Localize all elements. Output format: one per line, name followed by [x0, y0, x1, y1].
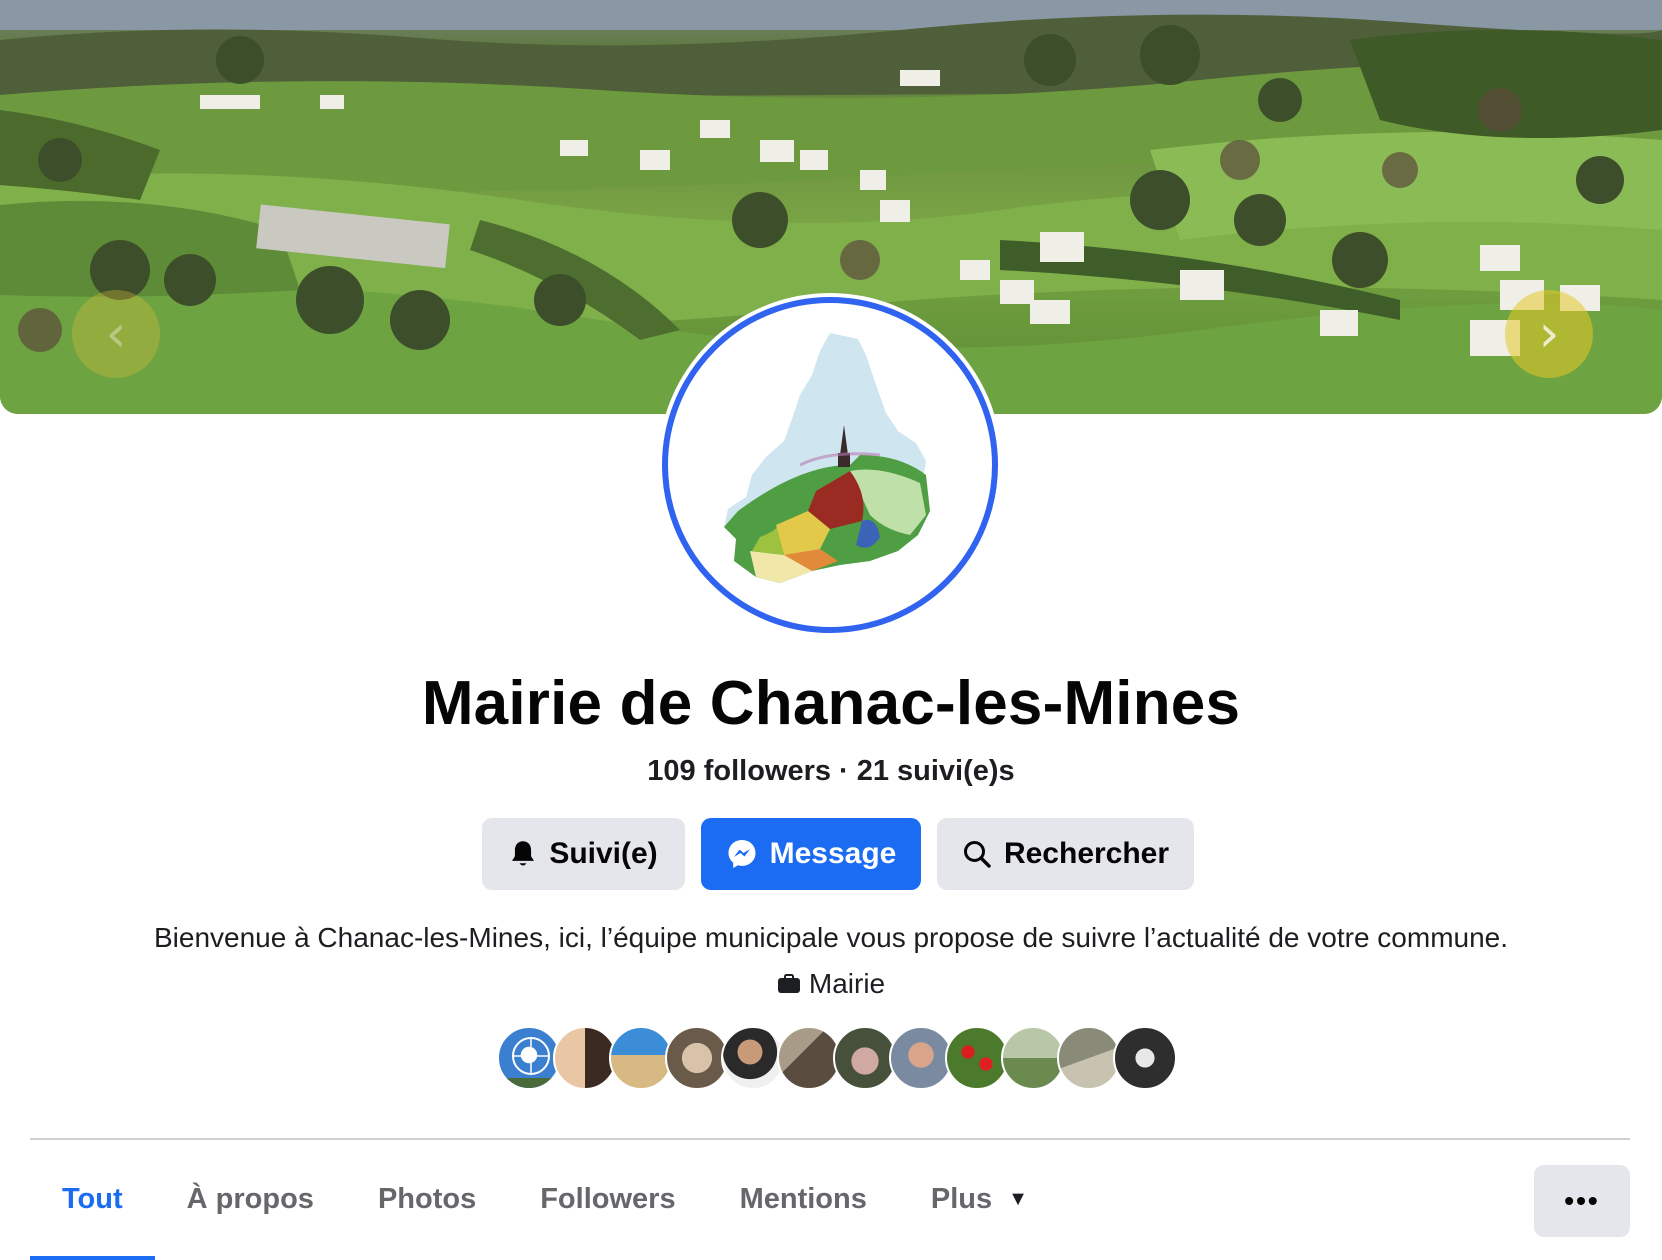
cover-prev-button[interactable]: ‹ — [72, 290, 160, 378]
follower-avatar[interactable] — [1113, 1026, 1177, 1090]
caret-down-icon: ▼ — [1008, 1187, 1028, 1210]
search-button-label: Rechercher — [1003, 837, 1170, 870]
action-buttons: Suivi(e) Message Rechercher — [482, 818, 1194, 890]
commune-logo — [724, 333, 930, 583]
tab-followers[interactable]: Followers — [508, 1140, 707, 1258]
ferris-wheel-icon — [499, 1037, 559, 1088]
follower-avatar[interactable] — [945, 1026, 1009, 1090]
chevron-left-icon: ‹ — [105, 304, 127, 364]
ellipsis-icon: ••• — [1564, 1185, 1600, 1216]
more-options-button[interactable]: ••• — [1534, 1165, 1630, 1237]
bell-icon — [512, 841, 535, 866]
profile-tabs: Tout À propos Photos Followers Mentions … — [30, 1140, 1060, 1260]
follower-faces — [497, 1026, 1177, 1090]
follow-button[interactable]: Suivi(e) — [482, 818, 685, 890]
avatar-ring — [662, 297, 998, 633]
search-icon — [963, 841, 991, 868]
page-title: Mairie de Chanac-les-Mines — [421, 669, 1241, 738]
follow-button-label: Suivi(e) — [549, 837, 658, 870]
tab-photos[interactable]: Photos — [346, 1140, 508, 1258]
tab-mentions[interactable]: Mentions — [708, 1140, 899, 1258]
follower-avatar[interactable] — [1001, 1026, 1065, 1090]
follow-stats: 109 followers · 21 suivi(e)s — [0, 755, 1662, 788]
stats-separator: · — [839, 755, 849, 787]
message-button-label: Message — [769, 837, 897, 870]
tab-all[interactable]: Tout — [30, 1140, 155, 1260]
messenger-icon — [728, 840, 756, 868]
tab-label: Plus — [930, 1182, 993, 1215]
tab-label: Tout — [62, 1182, 123, 1215]
follower-avatar[interactable] — [833, 1026, 897, 1090]
followers-count-link[interactable]: 109 followers — [647, 755, 831, 787]
follower-avatar[interactable] — [665, 1026, 729, 1090]
cover-next-button[interactable]: › — [1505, 290, 1593, 378]
page-bio: Bienvenue à Chanac-les-Mines, ici, l’équ… — [153, 922, 1509, 953]
follower-avatar[interactable] — [609, 1026, 673, 1090]
following-count-link[interactable]: 21 suivi(e)s — [857, 755, 1015, 787]
chevron-right-icon: › — [1538, 304, 1560, 364]
category-label: Mairie — [808, 968, 886, 999]
profile-avatar[interactable] — [658, 293, 1002, 637]
search-button[interactable]: Rechercher — [937, 818, 1194, 890]
tab-label: Followers — [540, 1182, 676, 1215]
tab-label: Photos — [377, 1182, 477, 1215]
page-category: Mairie — [0, 968, 1662, 1000]
follower-avatar[interactable] — [1057, 1026, 1121, 1090]
briefcase-icon — [777, 974, 800, 993]
follower-avatar[interactable] — [721, 1026, 785, 1090]
tab-label: À propos — [186, 1182, 314, 1215]
tab-label: Mentions — [739, 1182, 867, 1215]
follower-avatar[interactable] — [777, 1026, 841, 1090]
message-button[interactable]: Message — [701, 818, 921, 890]
follower-avatar[interactable] — [553, 1026, 617, 1090]
tab-about[interactable]: À propos — [155, 1140, 346, 1258]
follower-avatar[interactable] — [497, 1026, 561, 1090]
follower-avatar[interactable] — [889, 1026, 953, 1090]
tab-more[interactable]: Plus ▼ — [899, 1140, 1060, 1258]
